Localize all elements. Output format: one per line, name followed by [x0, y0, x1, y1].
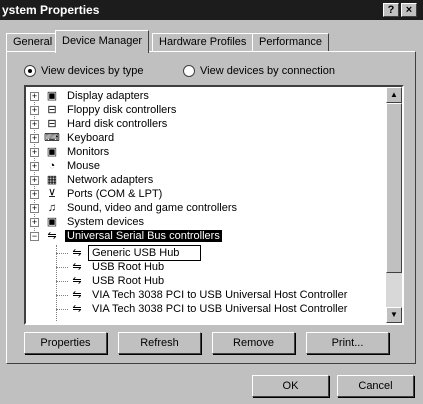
device-tree[interactable]: + ▣ Display adapters + ⊟ Floppy disk con…	[24, 85, 404, 325]
sound-icon: ♫	[47, 202, 57, 214]
tree-item-network-adapters[interactable]: + ▦ Network adapters	[30, 173, 155, 187]
refresh-button[interactable]: Refresh	[118, 332, 201, 354]
expand-icon[interactable]: +	[30, 217, 39, 227]
tree-item-label: Keyboard	[67, 132, 115, 144]
tree-item-label: Network adapters	[67, 174, 154, 186]
tree-item-generic-usb-hub[interactable]: ⇋ Generic USB Hub	[68, 245, 202, 261]
scroll-thumb[interactable]	[386, 103, 402, 273]
tree-item-usb-controllers[interactable]: − ⇋ Universal Serial Bus controllers	[30, 229, 222, 243]
tab-hardware-profiles[interactable]: Hardware Profiles	[152, 33, 254, 52]
tree-item-label: Floppy disk controllers	[67, 104, 177, 116]
tab-general[interactable]: General	[6, 33, 60, 52]
tab-device-manager[interactable]: Device Manager	[55, 30, 150, 53]
view-by-type-label: View devices by type	[41, 65, 144, 77]
window-title: ystem Properties	[2, 3, 100, 17]
expand-icon[interactable]: +	[30, 203, 39, 213]
scroll-up-arrow-icon[interactable]: ▲	[386, 87, 402, 103]
computer-icon: ▣	[46, 216, 58, 228]
usb-icon: ⇋	[72, 247, 82, 259]
usb-icon: ⇋	[72, 261, 82, 273]
radio-unchecked-icon[interactable]	[183, 65, 195, 77]
ok-button[interactable]: OK	[252, 375, 329, 397]
tree-item-keyboard[interactable]: + ⌨ Keyboard	[30, 131, 116, 145]
tree-item-label: Mouse	[67, 160, 101, 172]
properties-button[interactable]: Properties	[24, 332, 107, 354]
monitor-icon: ▣	[46, 90, 58, 102]
device-tree-items: + ▣ Display adapters + ⊟ Floppy disk con…	[26, 87, 384, 323]
expand-icon[interactable]: +	[30, 147, 39, 157]
drive-icon: ⊟	[47, 104, 57, 116]
tree-item-system-devices[interactable]: + ▣ System devices	[30, 215, 146, 229]
expand-icon[interactable]: +	[30, 175, 39, 185]
remove-button[interactable]: Remove	[212, 332, 295, 354]
usb-icon: ⇋	[72, 275, 82, 287]
tree-item-label: Generic USB Hub	[87, 245, 202, 261]
network-icon: ▦	[46, 174, 58, 186]
tree-item-label: USB Root Hub	[92, 261, 165, 273]
tab-performance[interactable]: Performance	[252, 33, 329, 52]
tree-item-label: VIA Tech 3038 PCI to USB Universal Host …	[92, 289, 348, 301]
expand-icon[interactable]: +	[30, 161, 39, 171]
view-by-connection-label: View devices by connection	[200, 65, 335, 77]
monitor-icon: ▣	[46, 146, 58, 158]
port-icon: ⊻	[47, 188, 57, 200]
drive-icon: ⊟	[47, 118, 57, 130]
tree-item-label: System devices	[67, 216, 145, 228]
tree-item-display-adapters[interactable]: + ▣ Display adapters	[30, 89, 151, 103]
tree-item-label: USB Root Hub	[92, 275, 165, 287]
tree-item-hard-disk-controllers[interactable]: + ⊟ Hard disk controllers	[30, 117, 169, 131]
expand-icon[interactable]: +	[30, 133, 39, 143]
tree-guide-line	[56, 281, 68, 282]
tree-item-label: Monitors	[67, 146, 110, 158]
expand-icon[interactable]: +	[30, 91, 39, 101]
tree-item-via-host-controller[interactable]: ⇋ VIA Tech 3038 PCI to USB Universal Hos…	[68, 302, 349, 316]
scroll-down-arrow-icon[interactable]: ▼	[386, 307, 402, 323]
tree-guide-line	[56, 253, 68, 254]
tree-item-label: Ports (COM & LPT)	[67, 188, 163, 200]
view-by-type-option[interactable]: View devices by type	[24, 65, 144, 77]
tab-strip: General Device Manager Hardware Profiles…	[6, 30, 416, 53]
tree-scrollbar[interactable]: ▲ ▼	[386, 87, 402, 323]
tree-item-label: Hard disk controllers	[67, 118, 168, 130]
tree-item-mouse[interactable]: + ◔ Mouse	[30, 159, 102, 173]
print-button[interactable]: Print...	[306, 332, 389, 354]
usb-icon: ⇋	[72, 303, 82, 315]
tree-guide-line	[56, 267, 68, 268]
help-button[interactable]: ?	[383, 3, 399, 17]
cancel-button[interactable]: Cancel	[337, 375, 414, 397]
title-bar: ystem Properties ? ×	[0, 0, 423, 20]
expand-icon[interactable]: +	[30, 189, 39, 199]
tree-guide-line	[56, 309, 68, 310]
usb-icon: ⇋	[72, 289, 82, 301]
tree-item-usb-root-hub[interactable]: ⇋ USB Root Hub	[68, 260, 166, 274]
tree-item-monitors[interactable]: + ▣ Monitors	[30, 145, 111, 159]
tree-item-label: Sound, video and game controllers	[67, 202, 237, 214]
collapse-icon[interactable]: −	[30, 231, 39, 241]
keyboard-icon: ⌨	[44, 132, 60, 144]
tree-item-sound-video-game[interactable]: + ♫ Sound, video and game controllers	[30, 201, 239, 215]
view-by-connection-option[interactable]: View devices by connection	[183, 65, 335, 77]
device-manager-panel: View devices by type View devices by con…	[6, 51, 416, 364]
tree-item-via-host-controller[interactable]: ⇋ VIA Tech 3038 PCI to USB Universal Hos…	[68, 288, 349, 302]
tree-item-floppy-disk-controllers[interactable]: + ⊟ Floppy disk controllers	[30, 103, 178, 117]
tree-guide-line	[56, 295, 68, 296]
tree-item-ports[interactable]: + ⊻ Ports (COM & LPT)	[30, 187, 164, 201]
tree-item-label: VIA Tech 3038 PCI to USB Universal Host …	[92, 303, 348, 315]
expand-icon[interactable]: +	[30, 105, 39, 115]
radio-checked-icon[interactable]	[24, 65, 36, 77]
tree-item-label: Display adapters	[67, 90, 149, 102]
usb-icon: ⇋	[47, 230, 57, 242]
tree-item-usb-root-hub[interactable]: ⇋ USB Root Hub	[68, 274, 166, 288]
mouse-icon: ◔	[48, 160, 56, 172]
close-button[interactable]: ×	[401, 3, 417, 17]
tree-item-label: Universal Serial Bus controllers	[65, 230, 222, 242]
expand-icon[interactable]: +	[30, 119, 39, 129]
